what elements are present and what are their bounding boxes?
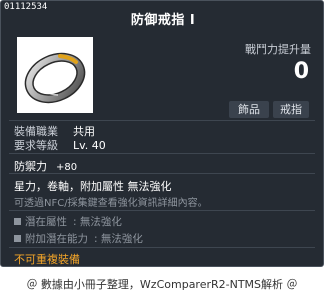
category-tag: 飾品: [229, 101, 269, 118]
subcategory-tag: 戒指: [273, 101, 309, 118]
potential-row: 潛在屬性 : 無法強化: [14, 214, 122, 229]
item-tooltip: 01112534 防御戒指 I 戰鬥力提升量 0 飾品 戒指 裝備職業 共用 要求…: [0, 0, 324, 267]
item-title: 防御戒指 I: [130, 13, 196, 28]
combat-power-label: 戰鬥力提升量: [245, 43, 311, 56]
enhance-info-hint: 可透過NFC/採集鍵查看強化資訊詳細內容。: [14, 198, 208, 209]
unique-equip-warning: 不可重複裝備: [14, 253, 80, 266]
divider: [9, 153, 315, 154]
defense-stat-row: 防禦力 +80: [14, 158, 77, 174]
stat-value: +80: [56, 162, 78, 173]
footer-credit: ＠ 數據由小冊子整理，WzComparerR2-NTMS解析 ＠: [26, 278, 298, 291]
combat-power-value: 0: [293, 59, 309, 84]
potential-label: 附加潛在能力: [25, 233, 88, 245]
ring-icon: [24, 52, 86, 104]
requirement-level-row: 要求等級 Lv. 40: [14, 137, 106, 153]
potential-label: 潛在屬性: [25, 216, 67, 228]
item-icon-frame: [17, 37, 93, 113]
requirement-label: 要求等級: [14, 139, 58, 152]
divider: [9, 210, 315, 211]
bonus-potential-row: 附加潛在能力 : 無法強化: [14, 231, 143, 246]
potential-value: : 無法強化: [94, 233, 143, 245]
requirement-value: Lv. 40: [73, 139, 106, 152]
stat-label: 防禦力: [14, 160, 47, 173]
divider: [9, 247, 315, 248]
potential-value: : 無法強化: [73, 216, 122, 228]
square-bullet-icon: [14, 234, 21, 242]
divider: [9, 173, 315, 174]
square-bullet-icon: [14, 217, 21, 225]
divider: [9, 120, 315, 121]
enhance-restriction-text: 星力，卷軸，附加屬性 無法強化: [14, 180, 172, 193]
